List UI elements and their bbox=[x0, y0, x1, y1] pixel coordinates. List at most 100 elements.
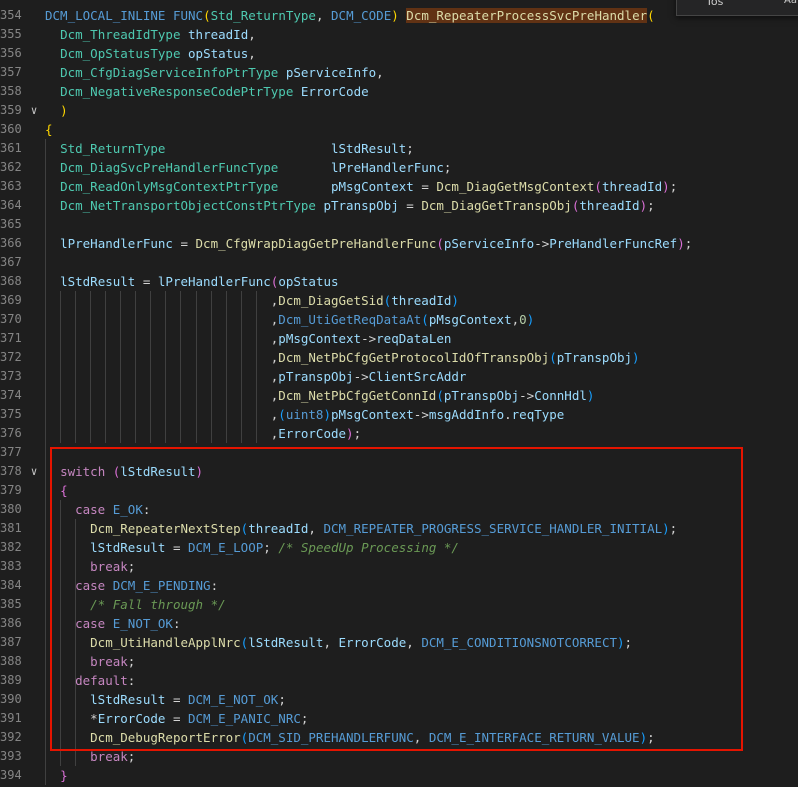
code-line[interactable]: 368 lStdResult = lPreHandlerFunc(opStatu… bbox=[0, 272, 798, 291]
code-token: opStatus bbox=[188, 46, 249, 61]
code-line[interactable]: 376 ,ErrorCode); bbox=[0, 424, 798, 443]
code-text: lPreHandlerFunc = Dcm_CfgWrapDiagGetPreH… bbox=[45, 234, 692, 253]
code-line[interactable]: 363 Dcm_ReadOnlyMsgContextPtrType pMsgCo… bbox=[0, 177, 798, 196]
code-line[interactable]: 355 Dcm_ThreadIdType threadId, bbox=[0, 25, 798, 44]
code-line[interactable]: 357 Dcm_CfgDiagServiceInfoPtrType pServi… bbox=[0, 63, 798, 82]
code-token: ; bbox=[127, 749, 136, 764]
code-text: Dcm_OpStatusType opStatus, bbox=[45, 44, 256, 63]
line-number: 382 bbox=[0, 540, 22, 554]
code-text: ,Dcm_DiagGetSid(threadId) bbox=[45, 291, 459, 310]
code-token: ConnHdl bbox=[534, 388, 587, 403]
match-case-toggle[interactable]: Aa bbox=[784, 0, 797, 6]
line-number: 362 bbox=[0, 160, 22, 174]
code-line[interactable]: 356 Dcm_OpStatusType opStatus, bbox=[0, 44, 798, 63]
code-token: ) bbox=[662, 179, 670, 194]
code-token: Dcm_DiagGetSid bbox=[278, 293, 384, 308]
line-number: 360 bbox=[0, 122, 22, 136]
code-line[interactable]: 365 bbox=[0, 215, 798, 234]
code-line[interactable]: 394 } bbox=[0, 766, 798, 785]
find-input[interactable]: Tos bbox=[706, 0, 723, 8]
line-number: 359 bbox=[0, 103, 22, 117]
line-number: 358 bbox=[0, 84, 22, 98]
code-token: Dcm_DiagSvcPreHandlerFuncType bbox=[60, 160, 279, 175]
code-token: } bbox=[60, 768, 68, 783]
code-token: Dcm_ThreadIdType bbox=[60, 27, 181, 42]
code-token: pTranspObj bbox=[278, 369, 354, 384]
code-line[interactable]: 370 ,Dcm_UtiGetReqDataAt(pMsgContext,0) bbox=[0, 310, 798, 329]
code-token: , bbox=[45, 331, 279, 346]
code-line[interactable]: 373 ,pTranspObj->ClientSrcAddr bbox=[0, 367, 798, 386]
highlight-annotation-box bbox=[50, 447, 743, 751]
code-token: ( bbox=[594, 179, 602, 194]
code-token: , bbox=[376, 65, 384, 80]
line-number: 394 bbox=[0, 768, 22, 782]
code-text: } bbox=[45, 766, 68, 785]
line-number: 354 bbox=[0, 8, 22, 22]
code-token: pServiceInfo bbox=[443, 236, 535, 251]
code-text: ,(uint8)pMsgContext->msgAddInfo.reqType bbox=[45, 405, 565, 424]
code-text: Dcm_NetTransportObjectConstPtrType pTran… bbox=[45, 196, 655, 215]
code-line[interactable]: 362 Dcm_DiagSvcPreHandlerFuncType lPreHa… bbox=[0, 158, 798, 177]
code-line[interactable]: 366 lPreHandlerFunc = Dcm_CfgWrapDiagGet… bbox=[0, 234, 798, 253]
code-token: DCM_CODE bbox=[331, 8, 392, 23]
code-token: , bbox=[45, 350, 279, 365]
code-token: pMsgContext bbox=[428, 312, 512, 327]
code-line[interactable]: 360 { bbox=[0, 120, 798, 139]
code-token: { bbox=[45, 122, 53, 137]
code-token: break bbox=[90, 749, 128, 764]
code-line[interactable]: 371 ,pMsgContext->reqDataLen bbox=[0, 329, 798, 348]
line-number: 372 bbox=[0, 350, 22, 364]
fold-chevron-icon[interactable]: ∨ bbox=[27, 101, 41, 120]
code-token: = bbox=[135, 274, 158, 289]
line-number: 361 bbox=[0, 141, 22, 155]
code-token: lPreHandlerFunc bbox=[157, 274, 271, 289]
code-text: Dcm_NegativeResponseCodePtrType ErrorCod… bbox=[45, 82, 369, 101]
code-token: ErrorCode bbox=[278, 426, 347, 441]
code-token: ; bbox=[406, 141, 414, 156]
code-token: pTranspObj bbox=[556, 350, 633, 365]
code-line[interactable]: 359 ∨ ) bbox=[0, 101, 798, 120]
code-token: Dcm_ReadOnlyMsgContextPtrType bbox=[60, 179, 279, 194]
code-text: ,ErrorCode); bbox=[45, 424, 361, 443]
code-line[interactable]: 358 Dcm_NegativeResponseCodePtrType Erro… bbox=[0, 82, 798, 101]
code-token: ; bbox=[669, 179, 678, 194]
code-token: DCM_LOCAL_INLINE bbox=[45, 8, 166, 23]
code-token: Dcm_NetPbCfgGetConnId bbox=[278, 388, 437, 403]
code-token: ; bbox=[647, 198, 655, 213]
code-token: Std_ReturnType bbox=[210, 8, 316, 23]
code-token: threadId bbox=[391, 293, 452, 308]
line-number: 370 bbox=[0, 312, 22, 326]
code-token: ) bbox=[391, 8, 407, 23]
code-line[interactable]: 364 Dcm_NetTransportObjectConstPtrType p… bbox=[0, 196, 798, 215]
code-token: reqType bbox=[511, 407, 565, 422]
line-number: 388 bbox=[0, 654, 22, 668]
line-number: 392 bbox=[0, 730, 22, 744]
code-line[interactable]: 361 Std_ReturnType lStdResult; bbox=[0, 139, 798, 158]
code-token: ( bbox=[549, 350, 557, 365]
code-line[interactable]: 375 ,(uint8)pMsgContext->msgAddInfo.reqT… bbox=[0, 405, 798, 424]
line-number: 390 bbox=[0, 692, 22, 706]
code-text: ) bbox=[45, 101, 68, 120]
code-line[interactable]: 367 bbox=[0, 253, 798, 272]
find-widget[interactable]: Tos Aa bbox=[676, 0, 798, 16]
code-token: , bbox=[45, 312, 279, 327]
code-token: pMsgContext bbox=[331, 179, 414, 194]
fold-chevron-icon[interactable]: ∨ bbox=[27, 462, 41, 481]
code-line[interactable]: 372 ,Dcm_NetPbCfgGetProtocolIdOfTranspOb… bbox=[0, 348, 798, 367]
code-token: -> bbox=[534, 236, 550, 251]
code-token: ( bbox=[278, 407, 286, 422]
code-line[interactable]: 374 ,Dcm_NetPbCfgGetConnId(pTranspObj->C… bbox=[0, 386, 798, 405]
code-token: ; bbox=[684, 236, 693, 251]
code-line[interactable]: 369 ,Dcm_DiagGetSid(threadId) bbox=[0, 291, 798, 310]
code-token: Dcm_NegativeResponseCodePtrType bbox=[60, 84, 294, 99]
